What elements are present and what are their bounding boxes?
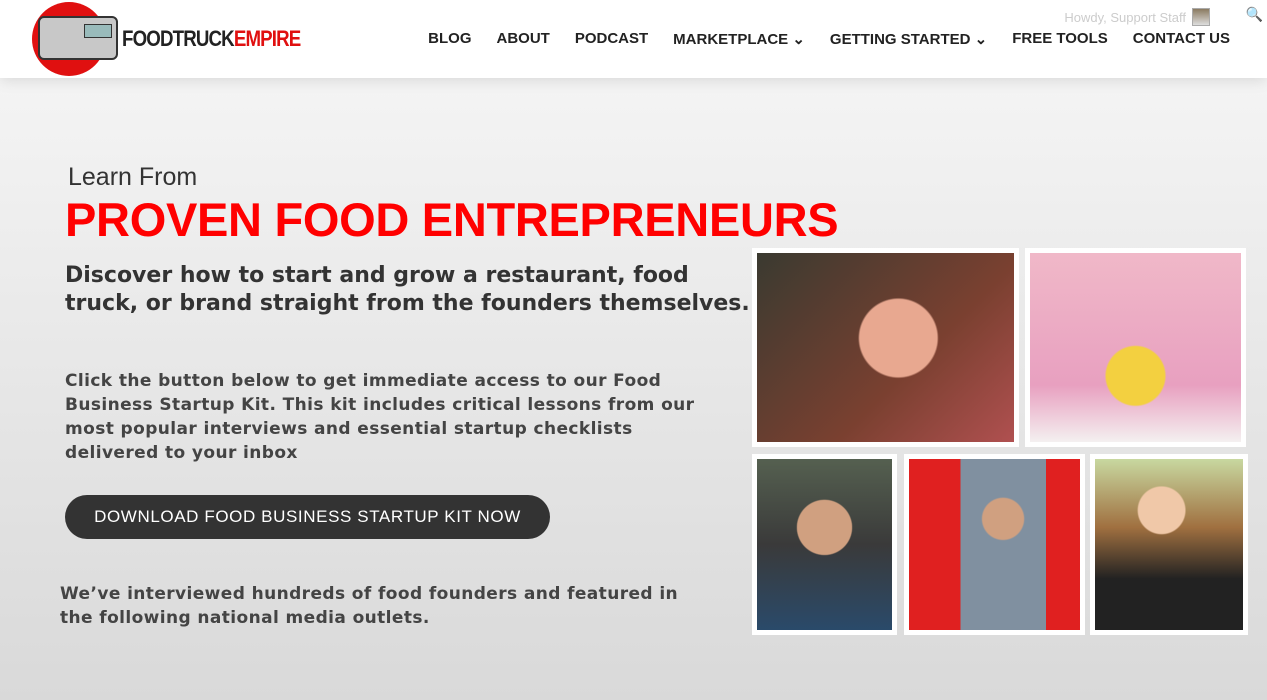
nav-marketplace[interactable]: MARKETPLACE ⌄ bbox=[673, 30, 805, 48]
hero-description: Click the button below to get immediate … bbox=[65, 371, 695, 463]
site-header: FOODTRUCKEMPIRE Howdy, Support Staff 🔍 B… bbox=[0, 0, 1267, 78]
founder-photo bbox=[904, 454, 1085, 635]
founder-photo bbox=[752, 248, 1019, 447]
logo[interactable]: FOODTRUCKEMPIRE bbox=[32, 2, 332, 76]
download-kit-button[interactable]: DOWNLOAD FOOD BUSINESS STARTUP KIT NOW bbox=[65, 495, 550, 539]
search-icon[interactable]: 🔍 bbox=[1246, 7, 1263, 23]
hero-title: PROVEN FOOD ENTREPRENEURS bbox=[65, 193, 839, 246]
admin-greeting[interactable]: Howdy, Support Staff bbox=[1064, 8, 1210, 26]
food-truck-logo-icon bbox=[32, 2, 118, 76]
founder-photo bbox=[1090, 454, 1248, 635]
nav-podcast[interactable]: PODCAST bbox=[575, 30, 648, 48]
founder-photo bbox=[1025, 248, 1246, 447]
founder-photo bbox=[752, 454, 897, 635]
nav-getting-started[interactable]: GETTING STARTED ⌄ bbox=[830, 30, 987, 48]
media-intro-text: We’ve interviewed hundreds of food found… bbox=[60, 584, 679, 628]
hero-kicker: Learn From bbox=[68, 163, 198, 191]
hero-subtitle: Discover how to start and grow a restaur… bbox=[65, 263, 750, 316]
logo-text: FOODTRUCKEMPIRE bbox=[122, 26, 301, 51]
nav-free-tools[interactable]: FREE TOOLS bbox=[1012, 30, 1108, 48]
nav-about[interactable]: ABOUT bbox=[497, 30, 550, 48]
avatar bbox=[1192, 8, 1210, 26]
main-nav: BLOG ABOUT PODCAST MARKETPLACE ⌄ GETTING… bbox=[428, 30, 1230, 48]
nav-blog[interactable]: BLOG bbox=[428, 30, 471, 48]
nav-contact-us[interactable]: CONTACT US bbox=[1133, 30, 1230, 48]
